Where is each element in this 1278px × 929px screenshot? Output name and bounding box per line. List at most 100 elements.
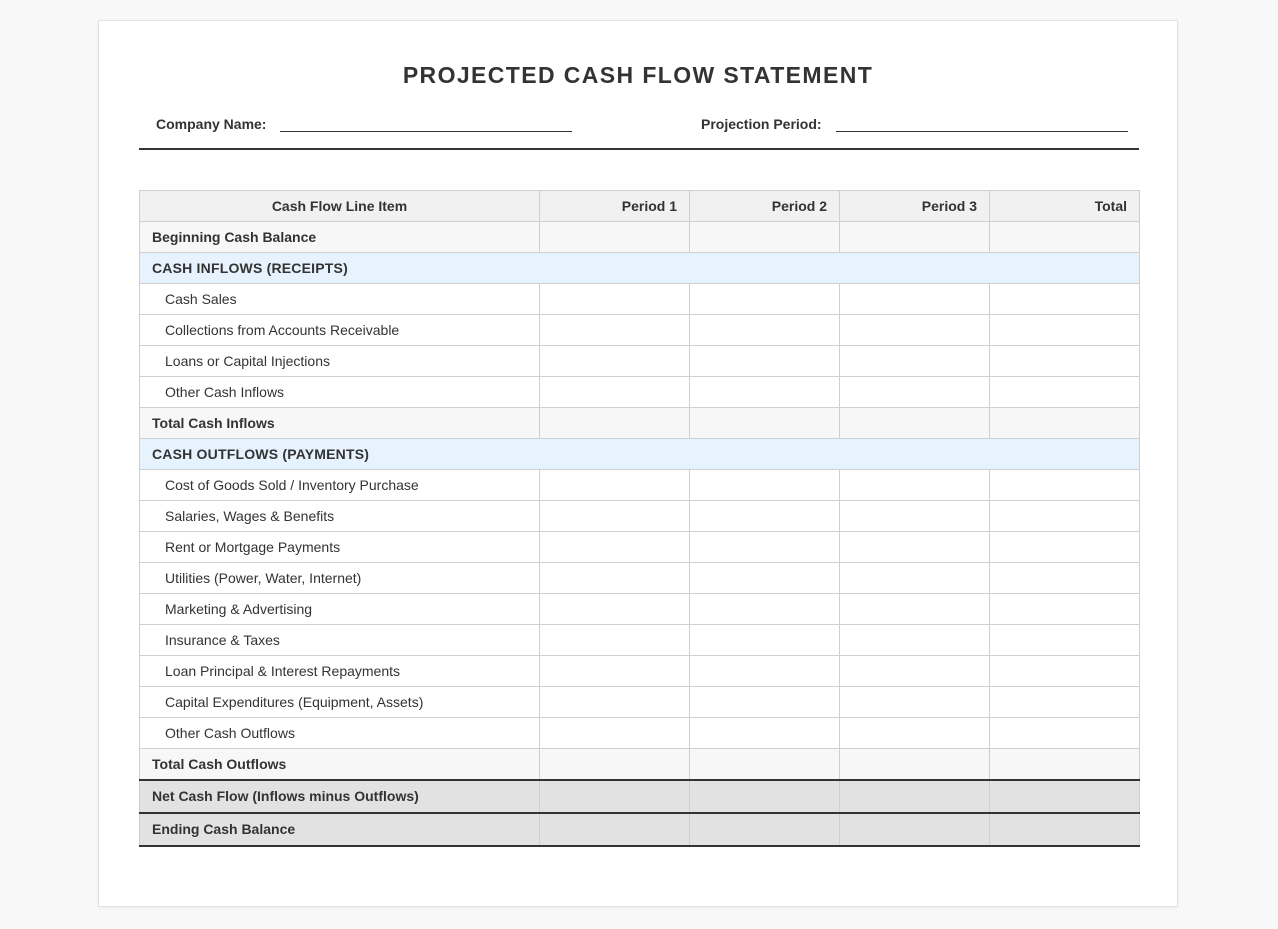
value-cell[interactable] <box>839 624 990 656</box>
value-cell[interactable] <box>689 593 840 625</box>
value-cell[interactable] <box>539 500 690 532</box>
table-row: Loans or Capital Injections <box>139 345 1140 377</box>
table-row: Other Cash Inflows <box>139 376 1140 408</box>
value-cell[interactable] <box>539 624 690 656</box>
value-cell[interactable] <box>989 500 1140 532</box>
net-cash-flow-row: Net Cash Flow (Inflows minus Outflows) <box>139 778 1140 814</box>
value-cell[interactable] <box>539 283 690 315</box>
value-cell[interactable] <box>539 717 690 749</box>
value-cell[interactable] <box>839 562 990 594</box>
value-cell[interactable] <box>839 748 990 780</box>
header-period-2: Period 2 <box>689 190 840 222</box>
value-cell[interactable] <box>989 686 1140 718</box>
value-cell[interactable] <box>989 562 1140 594</box>
total-outflows-label: Total Cash Outflows <box>139 748 540 780</box>
outflows-section-label: CASH OUTFLOWS (PAYMENTS) <box>139 438 1140 470</box>
table-header-row: Cash Flow Line Item Period 1 Period 2 Pe… <box>139 190 1140 222</box>
value-cell[interactable] <box>689 314 840 346</box>
document-title: PROJECTED CASH FLOW STATEMENT <box>402 62 874 88</box>
value-cell[interactable] <box>539 469 690 501</box>
header-line-item: Cash Flow Line Item <box>139 190 540 222</box>
value-cell[interactable] <box>839 778 990 814</box>
value-cell[interactable] <box>539 593 690 625</box>
value-cell[interactable] <box>839 314 990 346</box>
value-cell[interactable] <box>839 221 990 253</box>
line-item-label: Marketing & Advertising <box>139 593 540 625</box>
value-cell[interactable] <box>839 345 990 377</box>
value-cell[interactable] <box>989 811 1140 847</box>
company-name-label: Company Name: <box>156 116 267 132</box>
beginning-balance-label: Beginning Cash Balance <box>139 221 540 253</box>
value-cell[interactable] <box>689 345 840 377</box>
value-cell[interactable] <box>539 407 690 439</box>
value-cell[interactable] <box>839 500 990 532</box>
value-cell[interactable] <box>989 593 1140 625</box>
company-name-field: Company Name: <box>156 112 573 132</box>
value-cell[interactable] <box>689 717 840 749</box>
value-cell[interactable] <box>839 811 990 847</box>
value-cell[interactable] <box>989 314 1140 346</box>
value-cell[interactable] <box>989 531 1140 563</box>
value-cell[interactable] <box>989 345 1140 377</box>
table-row: Other Cash Outflows <box>139 717 1140 749</box>
value-cell[interactable] <box>839 407 990 439</box>
value-cell[interactable] <box>539 345 690 377</box>
line-item-label: Collections from Accounts Receivable <box>139 314 540 346</box>
beginning-balance-row: Beginning Cash Balance <box>139 221 1140 253</box>
value-cell[interactable] <box>989 221 1140 253</box>
value-cell[interactable] <box>539 686 690 718</box>
value-cell[interactable] <box>689 500 840 532</box>
value-cell[interactable] <box>689 531 840 563</box>
value-cell[interactable] <box>539 314 690 346</box>
value-cell[interactable] <box>689 376 840 408</box>
value-cell[interactable] <box>689 778 840 814</box>
value-cell[interactable] <box>539 655 690 687</box>
cash-flow-table: Cash Flow Line Item Period 1 Period 2 Pe… <box>139 190 1140 847</box>
value-cell[interactable] <box>989 469 1140 501</box>
value-cell[interactable] <box>989 778 1140 814</box>
value-cell[interactable] <box>839 531 990 563</box>
value-cell[interactable] <box>839 686 990 718</box>
value-cell[interactable] <box>689 624 840 656</box>
value-cell[interactable] <box>689 748 840 780</box>
value-cell[interactable] <box>539 778 690 814</box>
inflows-section-label: CASH INFLOWS (RECEIPTS) <box>139 252 1140 284</box>
value-cell[interactable] <box>689 221 840 253</box>
value-cell[interactable] <box>689 283 840 315</box>
table-row: Insurance & Taxes <box>139 624 1140 656</box>
value-cell[interactable] <box>989 624 1140 656</box>
table-row: Rent or Mortgage Payments <box>139 531 1140 563</box>
value-cell[interactable] <box>689 469 840 501</box>
value-cell[interactable] <box>539 811 690 847</box>
value-cell[interactable] <box>539 531 690 563</box>
line-item-label: Cost of Goods Sold / Inventory Purchase <box>139 469 540 501</box>
value-cell[interactable] <box>689 811 840 847</box>
value-cell[interactable] <box>989 376 1140 408</box>
value-cell[interactable] <box>989 407 1140 439</box>
line-item-label: Cash Sales <box>139 283 540 315</box>
value-cell[interactable] <box>689 686 840 718</box>
value-cell[interactable] <box>689 562 840 594</box>
value-cell[interactable] <box>539 562 690 594</box>
value-cell[interactable] <box>839 593 990 625</box>
value-cell[interactable] <box>989 717 1140 749</box>
value-cell[interactable] <box>539 221 690 253</box>
value-cell[interactable] <box>689 655 840 687</box>
value-cell[interactable] <box>989 748 1140 780</box>
value-cell[interactable] <box>839 655 990 687</box>
value-cell[interactable] <box>989 283 1140 315</box>
value-cell[interactable] <box>539 748 690 780</box>
line-item-label: Utilities (Power, Water, Internet) <box>139 562 540 594</box>
value-cell[interactable] <box>989 655 1140 687</box>
value-cell[interactable] <box>689 407 840 439</box>
line-item-label: Other Cash Outflows <box>139 717 540 749</box>
header-period-3: Period 3 <box>839 190 990 222</box>
value-cell[interactable] <box>839 717 990 749</box>
value-cell[interactable] <box>839 469 990 501</box>
value-cell[interactable] <box>839 376 990 408</box>
value-cell[interactable] <box>839 283 990 315</box>
ending-balance-label: Ending Cash Balance <box>139 811 540 847</box>
value-cell[interactable] <box>539 376 690 408</box>
projection-period-field: Projection Period: <box>701 112 1128 132</box>
table-row: Cash Sales <box>139 283 1140 315</box>
